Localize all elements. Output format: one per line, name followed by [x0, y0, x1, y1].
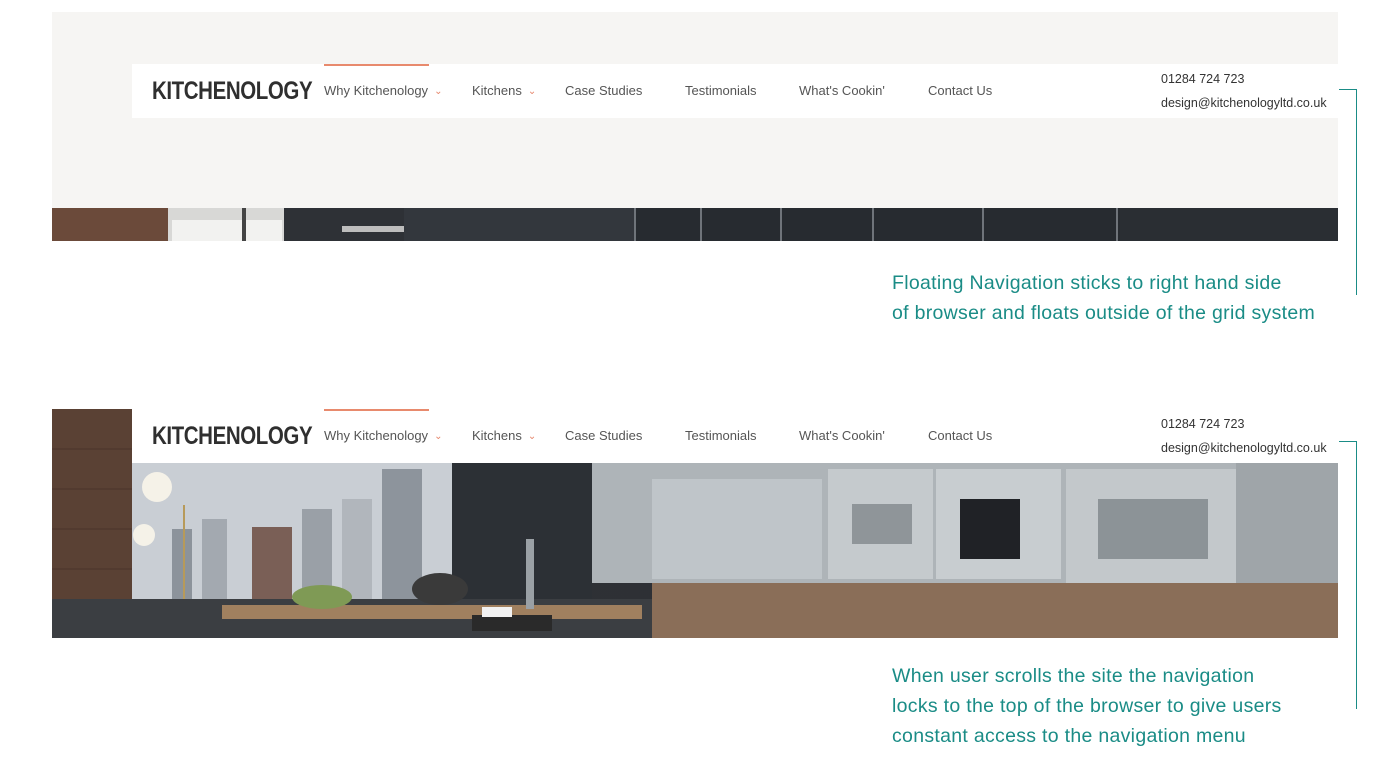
chevron-down-icon: ⌄ [527, 86, 537, 97]
annotation-bracket [1339, 441, 1357, 709]
nav-item-case-studies[interactable]: Case Studies [565, 428, 642, 443]
active-indicator [324, 409, 429, 411]
sticky-nav-preview: KITCHENOLOGY Why Kitchenology ⌄ Kitchens ⌄… [52, 409, 1338, 638]
nav-item-kitchens[interactable]: Kitchens ⌄ [472, 83, 536, 98]
navigation-bar: KITCHENOLOGY Why Kitchenology ⌄ Kitchens ⌄… [132, 64, 1338, 118]
contact-phone[interactable]: 01284 724 723 [1161, 72, 1244, 86]
contact-email[interactable]: design@kitchenologyltd.co.uk [1161, 441, 1327, 455]
nav-item-label: Why Kitchenology [324, 428, 429, 443]
annotation-bracket [1339, 89, 1357, 295]
nav-item-contact-us[interactable]: Contact Us [928, 83, 992, 98]
floating-nav-preview: KITCHENOLOGY Why Kitchenology ⌄ Kitchens ⌄… [52, 12, 1338, 241]
nav-item-testimonials[interactable]: Testimonials [685, 428, 757, 443]
chevron-down-icon: ⌄ [434, 86, 443, 97]
annotation-line: When user scrolls the site the navigatio… [892, 665, 1255, 687]
nav-item-whats-cookin[interactable]: What's Cookin' [799, 428, 885, 443]
kitchen-photo [52, 208, 1338, 241]
nav-item-kitchens[interactable]: Kitchens ⌄ [472, 428, 536, 443]
annotation-line: Floating Navigation sticks to right hand… [892, 272, 1282, 294]
nav-item-testimonials[interactable]: Testimonials [685, 83, 757, 98]
chevron-down-icon: ⌄ [434, 431, 443, 442]
nav-item-case-studies[interactable]: Case Studies [565, 83, 642, 98]
annotation-line: locks to the top of the browser to give … [892, 695, 1282, 717]
nav-item-why-kitchenology[interactable]: Why Kitchenology ⌄ [324, 83, 442, 98]
navigation-bar: KITCHENOLOGY Why Kitchenology ⌄ Kitchens ⌄… [132, 409, 1338, 463]
contact-phone[interactable]: 01284 724 723 [1161, 417, 1244, 431]
nav-item-contact-us[interactable]: Contact Us [928, 428, 992, 443]
nav-item-label: Why Kitchenology [324, 83, 429, 98]
active-indicator [324, 64, 429, 66]
nav-item-label: Kitchens [472, 83, 522, 98]
hero-image-strip [52, 208, 1338, 241]
nav-item-why-kitchenology[interactable]: Why Kitchenology ⌄ [324, 428, 442, 443]
annotation-line: constant access to the navigation menu [892, 725, 1246, 747]
annotation-floating-nav: Floating Navigation sticks to right hand… [892, 268, 1315, 328]
brand-logo[interactable]: KITCHENOLOGY [152, 77, 313, 106]
nav-item-label: Kitchens [472, 428, 522, 443]
contact-email[interactable]: design@kitchenologyltd.co.uk [1161, 96, 1327, 110]
nav-item-whats-cookin[interactable]: What's Cookin' [799, 83, 885, 98]
chevron-down-icon: ⌄ [527, 431, 537, 442]
brand-logo[interactable]: KITCHENOLOGY [152, 422, 313, 451]
annotation-line: of browser and floats outside of the gri… [892, 302, 1316, 324]
annotation-sticky-nav: When user scrolls the site the navigatio… [892, 661, 1282, 751]
